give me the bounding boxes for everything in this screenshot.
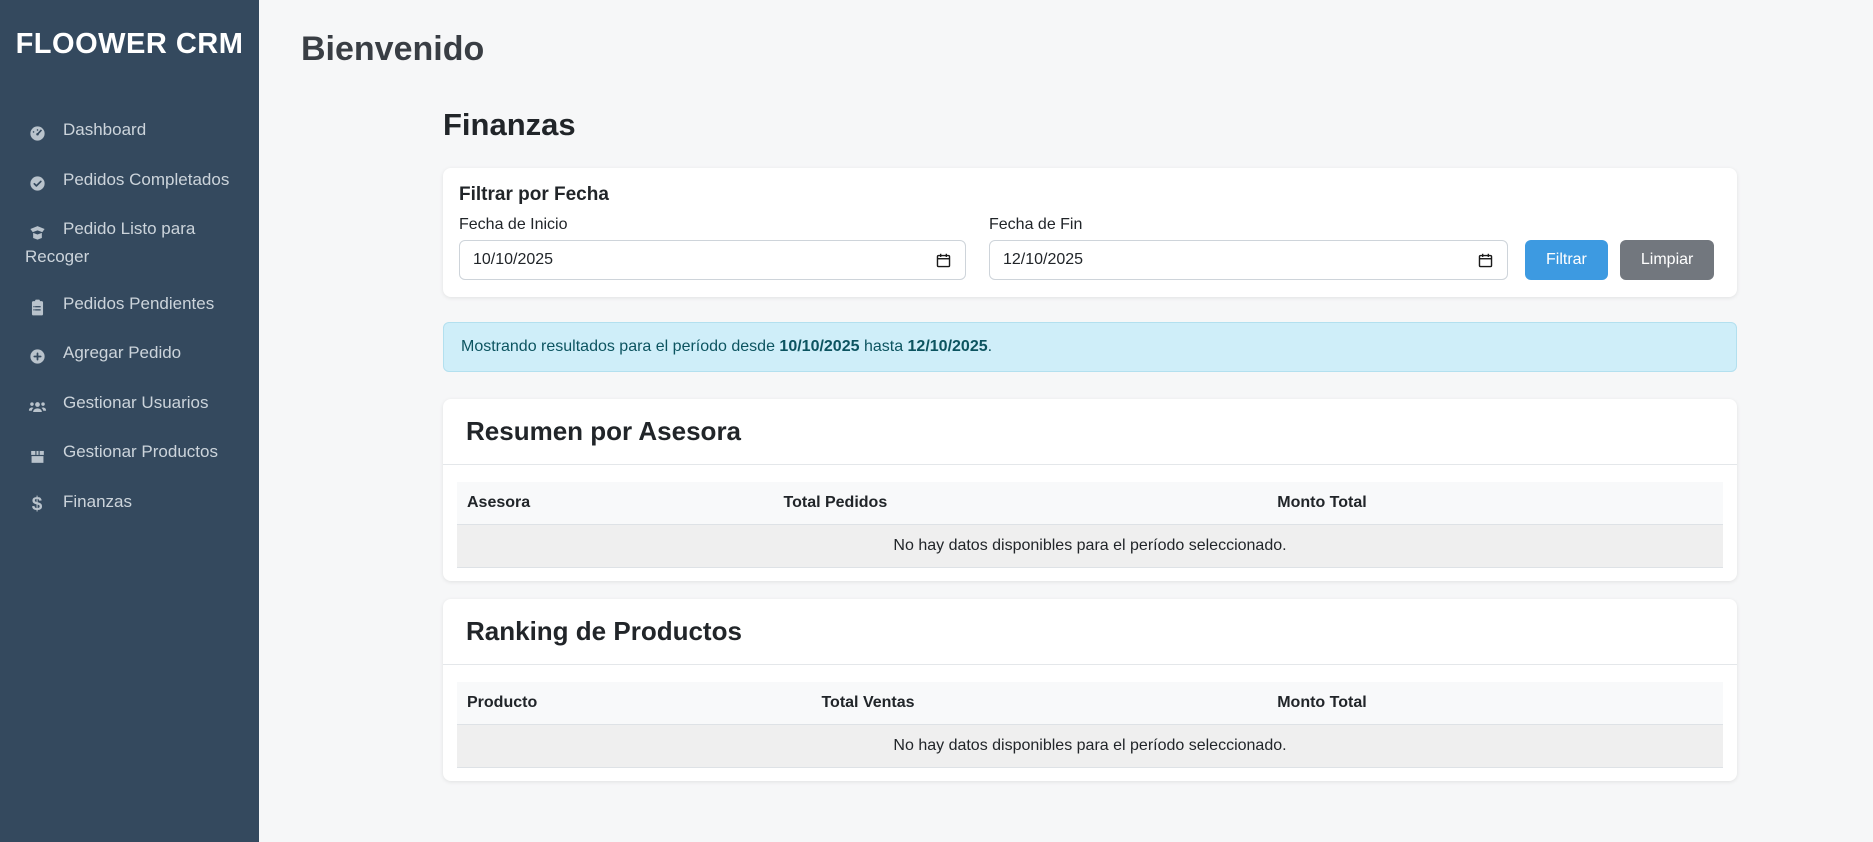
sidebar-item-label: Pedidos Pendientes [63, 294, 214, 313]
end-date-group: Fecha de Fin 12/10/2025 [989, 216, 1508, 280]
summary-card: Resumen por Asesora Asesora Total Pedido… [443, 399, 1737, 581]
check-circle-icon [25, 171, 49, 196]
ranking-card-body: Producto Total Ventas Monto Total No hay… [443, 665, 1737, 781]
alert-start-date: 10/10/2025 [779, 338, 859, 355]
plus-circle-icon [25, 344, 49, 369]
start-date-label: Fecha de Inicio [459, 216, 966, 234]
box-icon [25, 443, 49, 468]
start-date-value: 10/10/2025 [473, 251, 553, 269]
filter-title: Filtrar por Fecha [459, 184, 1724, 206]
column-header: Monto Total [1267, 682, 1723, 725]
column-header: Total Ventas [811, 682, 1267, 725]
start-date-group: Fecha de Inicio 10/10/2025 [459, 216, 966, 280]
ranking-card: Ranking de Productos Producto Total Vent… [443, 599, 1737, 781]
summary-table: Asesora Total Pedidos Monto Total No hay… [457, 482, 1723, 568]
users-icon [25, 394, 49, 419]
clear-button[interactable]: Limpiar [1620, 240, 1714, 280]
alert-end-date: 12/10/2025 [908, 338, 988, 355]
calendar-icon[interactable] [935, 252, 952, 269]
end-date-input[interactable]: 12/10/2025 [989, 240, 1508, 280]
column-header: Monto Total [1267, 482, 1723, 525]
sidebar-item-dashboard[interactable]: Dashboard [0, 107, 259, 157]
sidebar-item-label: Gestionar Usuarios [63, 393, 209, 412]
column-header: Total Pedidos [774, 482, 1268, 525]
sidebar-item-pedidos-pendientes[interactable]: Pedidos Pendientes [0, 281, 259, 331]
brand-logo: FLOOWER CRM [0, 0, 259, 61]
sidebar-item-gestionar-usuarios[interactable]: Gestionar Usuarios [0, 380, 259, 430]
alert-text: hasta [860, 338, 908, 355]
dollar-icon: $ [25, 491, 49, 519]
alert-text: . [988, 338, 992, 355]
sidebar-item-pedido-listo[interactable]: Pedido Listo para Recoger [0, 206, 259, 280]
box-open-icon [25, 220, 49, 245]
filter-button[interactable]: Filtrar [1525, 240, 1608, 280]
sidebar: FLOOWER CRM Dashboard Pedidos Completado… [0, 0, 259, 842]
filter-card: Filtrar por Fecha Fecha de Inicio 10/10/… [443, 168, 1737, 297]
sidebar-item-label: Finanzas [63, 492, 132, 511]
table-header-row: Asesora Total Pedidos Monto Total [457, 482, 1723, 525]
summary-card-body: Asesora Total Pedidos Monto Total No hay… [443, 465, 1737, 581]
end-date-value: 12/10/2025 [1003, 251, 1083, 269]
sidebar-item-label: Pedido Listo para Recoger [25, 219, 195, 266]
sidebar-item-label: Dashboard [63, 120, 146, 139]
section-title: Finanzas [443, 107, 1737, 143]
table-header-row: Producto Total Ventas Monto Total [457, 682, 1723, 725]
table-row: No hay datos disponibles para el período… [457, 525, 1723, 568]
clipboard-list-icon [25, 295, 49, 320]
alert-text: Mostrando resultados para el período des… [461, 338, 779, 355]
column-header: Asesora [457, 482, 774, 525]
period-alert: Mostrando resultados para el período des… [443, 322, 1737, 372]
page-title: Bienvenido [301, 30, 1873, 69]
sidebar-item-finanzas[interactable]: $ Finanzas [0, 479, 259, 530]
ranking-card-title: Ranking de Productos [466, 616, 1714, 647]
summary-card-title: Resumen por Asesora [466, 416, 1714, 447]
sidebar-item-label: Pedidos Completados [63, 170, 229, 189]
ranking-card-header: Ranking de Productos [443, 599, 1737, 665]
empty-message: No hay datos disponibles para el período… [457, 725, 1723, 768]
sidebar-item-label: Gestionar Productos [63, 442, 218, 461]
start-date-input[interactable]: 10/10/2025 [459, 240, 966, 280]
gauge-icon [25, 121, 49, 146]
sidebar-item-agregar-pedido[interactable]: Agregar Pedido [0, 330, 259, 380]
finanzas-section: Finanzas Filtrar por Fecha Fecha de Inic… [443, 107, 1737, 781]
ranking-table: Producto Total Ventas Monto Total No hay… [457, 682, 1723, 768]
sidebar-nav: Dashboard Pedidos Completados Pedido Lis… [0, 107, 259, 530]
sidebar-item-label: Agregar Pedido [63, 343, 181, 362]
sidebar-item-pedidos-completados[interactable]: Pedidos Completados [0, 157, 259, 207]
end-date-label: Fecha de Fin [989, 216, 1508, 234]
calendar-icon[interactable] [1477, 252, 1494, 269]
column-header: Producto [457, 682, 811, 725]
table-row: No hay datos disponibles para el período… [457, 725, 1723, 768]
empty-message: No hay datos disponibles para el período… [457, 525, 1723, 568]
filter-row: Fecha de Inicio 10/10/2025 Fecha de Fin … [459, 216, 1724, 280]
sidebar-item-gestionar-productos[interactable]: Gestionar Productos [0, 429, 259, 479]
main-content: Bienvenido Finanzas Filtrar por Fecha Fe… [259, 0, 1873, 842]
summary-card-header: Resumen por Asesora [443, 399, 1737, 465]
